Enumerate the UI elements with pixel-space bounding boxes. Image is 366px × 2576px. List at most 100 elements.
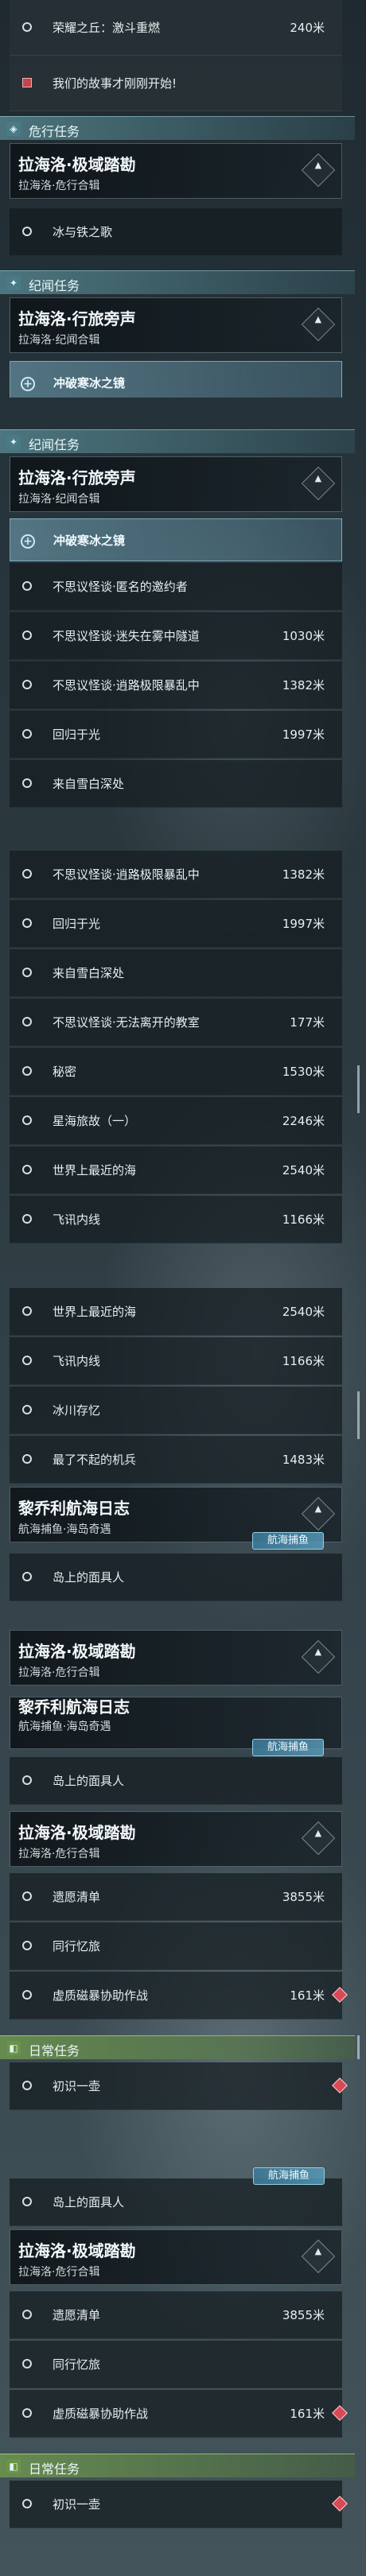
quest-row[interactable]: 不思议怪谈·匿名的邀约者 <box>10 563 342 611</box>
scrollbar-thumb[interactable] <box>357 1065 360 1113</box>
quest-row[interactable]: 不思议怪谈·迷失在雾中隧道 1030米 <box>10 612 342 660</box>
quest-row[interactable]: 飞讯内线 1166米 <box>10 1196 342 1243</box>
warning-icon <box>332 2496 348 2512</box>
quest-label: 初识一壶 <box>53 2079 101 2093</box>
quest-row[interactable]: 岛上的面具人 <box>10 1757 342 1805</box>
quest-group-card[interactable]: 拉海洛·极域踏勘 拉海洛·危行合辑 ▲ <box>10 1630 342 1686</box>
section-title: 危行任务 <box>29 124 80 139</box>
quest-group-card-partial[interactable]: 黎乔利航海日志 航海捕鱼·海岛奇遇 航海捕鱼 <box>10 1697 342 1756</box>
scrollbar-thumb[interactable] <box>357 1391 360 1439</box>
quest-label: 来自雪白深处 <box>53 777 125 791</box>
quest-row-selected[interactable]: + 冲破寒冰之镜 <box>10 518 342 561</box>
quest-row[interactable]: 岛上的面具人 航海捕鱼 <box>10 2167 342 2226</box>
collapse-button[interactable]: ▲ <box>301 1639 336 1674</box>
quest-row[interactable]: 不思议怪谈·无法离开的教室 177米 <box>10 999 342 1046</box>
quest-row[interactable]: 虚质磁暴协助作战 161米 <box>10 1972 348 2019</box>
quest-label: 世界上最近的海 <box>53 1163 137 1177</box>
quest-label: 冰与铁之歌 <box>53 225 113 239</box>
quest-group-card[interactable]: 拉海洛·行旅旁声 拉海洛·纪闻合辑 ▲ <box>10 456 342 512</box>
chevron-up-icon: ▲ <box>314 1503 322 1514</box>
scrollbar-thumb[interactable] <box>357 2035 360 2059</box>
section-header-record[interactable]: ✦ 纪闻任务 <box>0 270 355 294</box>
quest-distance: 161米 <box>290 1988 325 2003</box>
collapse-button[interactable]: ▲ <box>301 307 336 342</box>
quest-dot-icon <box>22 2408 32 2418</box>
section-header-record[interactable]: ✦ 纪闻任务 <box>0 429 355 453</box>
warning-icon <box>332 2405 348 2421</box>
fishing-tag: 航海捕鱼 <box>252 1532 324 1550</box>
record-task-icon: ✦ <box>6 276 21 290</box>
quest-row[interactable]: 来自雪白深处 <box>10 760 342 808</box>
quest-dot-icon <box>22 2359 32 2368</box>
quest-dot-icon <box>22 729 32 739</box>
quest-row[interactable]: 飞讯内线 1166米 <box>10 1337 342 1385</box>
quest-dot-icon <box>22 630 32 640</box>
quest-group-card[interactable]: 拉海洛·极域踏勘 拉海洛·危行合辑 ▲ <box>10 2229 342 2285</box>
quest-distance: 3855米 <box>282 1890 325 1904</box>
quest-row-selected[interactable]: + 冲破寒冰之镜 <box>10 361 342 398</box>
quest-panel-5: 拉海洛·极域踏勘 拉海洛·危行合辑 ▲ 黎乔利航海日志 航海捕鱼·海岛奇遇 航海… <box>0 1630 366 2027</box>
quest-label: 同行忆旅 <box>53 2357 101 2372</box>
quest-dot-icon <box>22 2081 32 2090</box>
quest-row[interactable]: 星海旅故（一） 2246米 <box>10 1097 342 1145</box>
collapse-button[interactable]: ▲ <box>301 1496 336 1531</box>
collapse-button[interactable]: ▲ <box>301 2239 336 2274</box>
quest-item[interactable]: 我们的故事才刚刚开始! <box>10 56 342 111</box>
quest-row[interactable]: 冰川存忆 <box>10 1387 342 1434</box>
collapse-button[interactable]: ▲ <box>301 1821 336 1856</box>
quest-row[interactable]: 遗愿清单 3855米 <box>10 2291 342 2339</box>
collapse-button[interactable]: ▲ <box>301 153 336 188</box>
quest-dot-icon <box>22 778 32 788</box>
quest-dot-icon <box>22 1306 32 1316</box>
quest-row[interactable]: 初识一壶 <box>10 2481 348 2528</box>
quest-label: 秘密 <box>53 1065 77 1079</box>
quest-distance: 1382米 <box>282 678 325 692</box>
quest-row[interactable]: 不思议怪谈·逍路极限暴乱中 1382米 <box>10 661 342 709</box>
quest-panel-3: 不思议怪谈·逍路极限暴乱中 1382米 回归于光 1997米 来自雪白深处 不思… <box>0 851 366 1248</box>
section-title: 纪闻任务 <box>29 437 80 452</box>
group-title: 拉海洛·极域踏勘 <box>18 2241 136 2260</box>
quest-label: 冲破寒冰之镜 <box>53 533 126 548</box>
quest-dot-icon <box>22 1454 32 1464</box>
quest-label: 荣耀之丘：激斗重燃 <box>53 21 161 35</box>
daily-task-icon: ◧ <box>6 2459 21 2473</box>
quest-group-card[interactable]: 拉海洛·行旅旁声 拉海洛·纪闻合辑 ▲ <box>10 297 342 353</box>
quest-row[interactable]: 来自雪白深处 <box>10 949 342 997</box>
quest-row[interactable]: 初识一壶 <box>10 2062 348 2110</box>
quest-row[interactable]: 秘密 1530米 <box>10 1048 342 1096</box>
quest-row[interactable]: 虚质磁暴协助作战 161米 <box>10 2390 348 2438</box>
quest-dot-icon <box>22 1941 32 1950</box>
quest-row[interactable]: 世界上最近的海 2540米 <box>10 1288 342 1336</box>
quest-dot-icon <box>22 1775 32 1785</box>
quest-row[interactable]: 回归于光 1997米 <box>10 900 342 948</box>
quest-dot-icon <box>22 1356 32 1365</box>
quest-row[interactable]: 最了不起的机兵 1483米 <box>10 1436 342 1484</box>
quest-label: 世界上最近的海 <box>53 1305 137 1319</box>
quest-dot-icon <box>22 581 32 591</box>
quest-group-card[interactable]: 黎乔利航海日志 航海捕鱼·海岛奇遇 ▲ 航海捕鱼 <box>10 1487 342 1550</box>
quest-row[interactable]: 岛上的面具人 <box>10 1554 342 1601</box>
quest-row[interactable]: 同行忆旅 <box>10 2341 342 2388</box>
quest-dot-icon <box>22 1405 32 1414</box>
collapse-button[interactable]: ▲ <box>301 466 336 501</box>
chevron-up-icon: ▲ <box>314 1646 322 1657</box>
quest-panel-4: 世界上最近的海 2540米 飞讯内线 1166米 冰川存忆 最了不起的机兵 14… <box>0 1264 366 1622</box>
quest-row[interactable]: 遗愿清单 3855米 <box>10 1873 342 1921</box>
quest-group-card[interactable]: 拉海洛·极域踏勘 拉海洛·危行合辑 ▲ <box>10 1811 342 1867</box>
quest-row[interactable]: 冰与铁之歌 <box>10 208 342 256</box>
section-header-daily[interactable]: ◧ 日常任务 <box>0 2454 355 2477</box>
quest-dot-icon <box>22 1017 32 1026</box>
quest-group-card[interactable]: 拉海洛·极域踏勘 拉海洛·危行合辑 ▲ <box>10 143 342 199</box>
quest-row[interactable]: 同行忆旅 <box>10 1922 342 1970</box>
quest-item[interactable]: 荣耀之丘：激斗重燃 240米 <box>10 0 342 56</box>
quest-label: 同行忆旅 <box>53 1939 101 1953</box>
section-header-danger[interactable]: ◈ 危行任务 <box>0 116 355 140</box>
quest-label: 岛上的面具人 <box>53 1774 125 1788</box>
quest-row[interactable]: 不思议怪谈·逍路极限暴乱中 1382米 <box>10 851 342 898</box>
chevron-up-icon: ▲ <box>314 159 322 170</box>
quest-row[interactable]: 回归于光 1997米 <box>10 711 342 758</box>
quest-label: 不思议怪谈·迷失在雾中隧道 <box>53 629 200 643</box>
quest-row[interactable]: 世界上最近的海 2540米 <box>10 1146 342 1194</box>
quest-panel-1: 荣耀之丘：激斗重燃 240米 我们的故事才刚刚开始! ◈ 危行任务 拉海洛·极域… <box>0 0 366 398</box>
section-header-daily[interactable]: ◧ 日常任务 <box>0 2035 355 2059</box>
